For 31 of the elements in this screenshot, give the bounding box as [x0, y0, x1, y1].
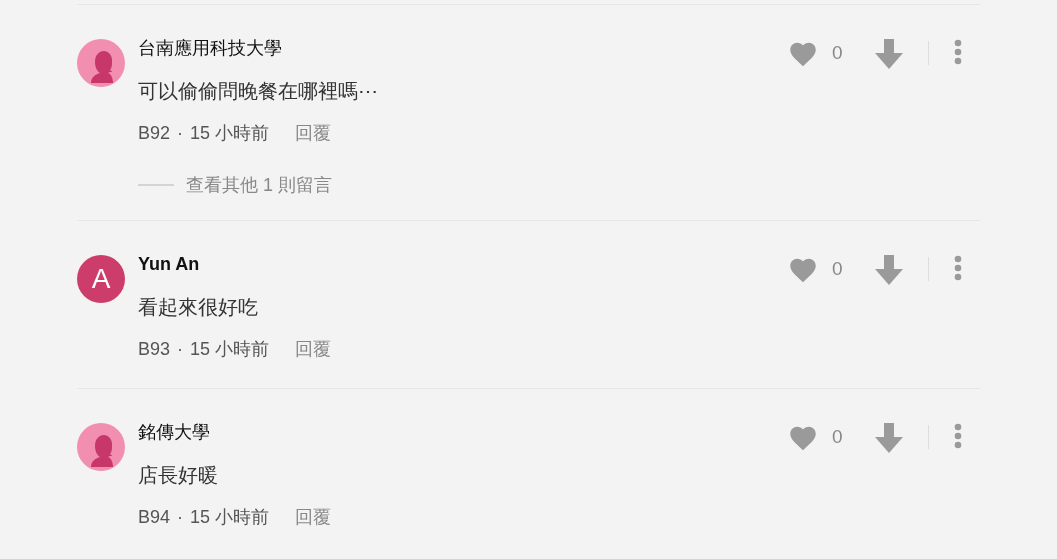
- view-more-replies-link[interactable]: 查看其他 1 則留言: [186, 173, 332, 197]
- author-name[interactable]: 銘傳大學: [138, 420, 787, 444]
- avatar[interactable]: A: [77, 255, 125, 303]
- floor-number: B93: [138, 338, 171, 361]
- more-icon[interactable]: [954, 255, 962, 281]
- timestamp: 15 小時前: [190, 338, 270, 361]
- timestamp: 15 小時前: [190, 506, 270, 529]
- reply-link[interactable]: 回覆: [295, 505, 332, 529]
- arrow-down-icon[interactable]: [874, 423, 904, 453]
- avatar-icon[interactable]: [77, 39, 125, 87]
- more-icon[interactable]: [954, 39, 962, 65]
- author-name[interactable]: Yun An: [138, 252, 787, 276]
- floor-number: B94: [138, 506, 171, 529]
- arrow-down-icon[interactable]: [874, 39, 904, 69]
- timestamp: 15 小時前: [190, 122, 270, 145]
- floor-number: B92: [138, 122, 171, 145]
- comment-text: 店長好暖: [138, 463, 219, 488]
- separator-dot: ·: [177, 338, 184, 361]
- separator-dot: ·: [177, 506, 184, 529]
- author-name[interactable]: 台南應用科技大學: [138, 36, 787, 60]
- comment-text: 可以偷偷問晚餐在哪裡嗎⋯: [138, 79, 379, 104]
- reply-link[interactable]: 回覆: [295, 121, 332, 145]
- arrow-down-icon[interactable]: [874, 255, 904, 285]
- like-count: 0: [832, 257, 844, 281]
- reply-link[interactable]: 回覆: [295, 337, 332, 361]
- like-count: 0: [832, 425, 844, 449]
- like-count: 0: [832, 41, 844, 65]
- more-icon[interactable]: [954, 423, 962, 449]
- avatar-icon[interactable]: [77, 423, 125, 471]
- comment-text: 看起來很好吃: [138, 295, 259, 320]
- separator-dot: ·: [177, 122, 184, 145]
